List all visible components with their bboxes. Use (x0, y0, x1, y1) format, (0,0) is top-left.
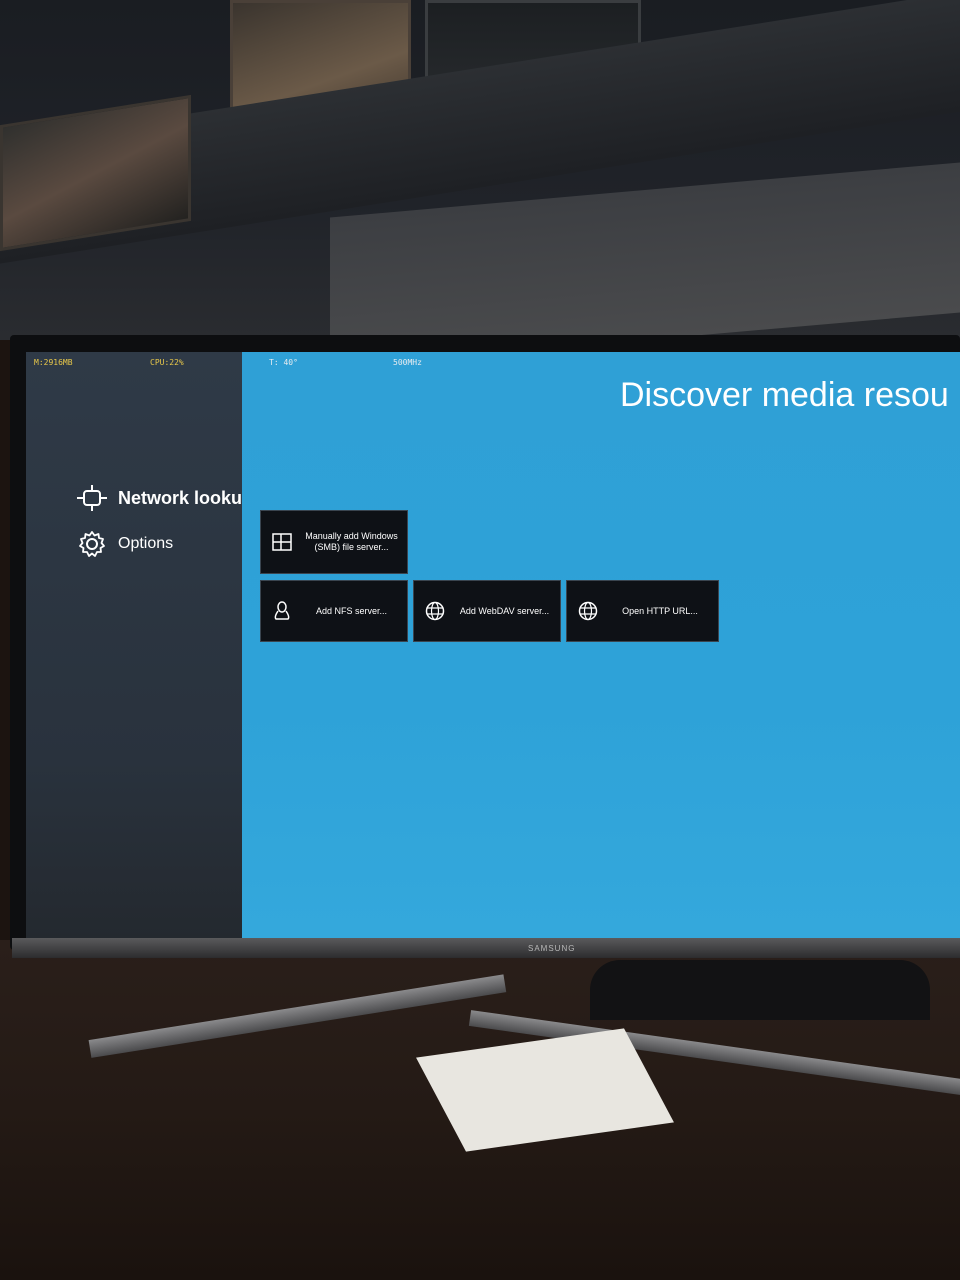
open-http-url-button[interactable]: Open HTTP URL... (566, 580, 719, 642)
tv-brand-logo: SAMSUNG (528, 944, 576, 953)
tile-label: Add NFS server... (315, 605, 388, 616)
sidebar: Network lookup Options (26, 352, 253, 938)
tv-bottom-bar (12, 938, 960, 958)
tv-screen: Network lookup Options M:2916MB CPU:22% … (26, 352, 960, 938)
page-title: Discover media resou (620, 376, 949, 414)
linux-icon (270, 599, 294, 623)
gear-icon (76, 528, 108, 560)
memory-stat: M:2916MB (34, 358, 73, 367)
windows-icon (270, 530, 294, 554)
cpu-stat: CPU:22% (150, 358, 184, 367)
sidebar-item-label: Options (118, 535, 174, 552)
add-smb-server-button[interactable]: Manually add Windows (SMB) file server..… (260, 510, 408, 574)
tile-label: Add WebDAV server... (459, 605, 550, 616)
temperature-stat: T: 40° (269, 358, 298, 367)
frequency-stat: 500MHz (393, 358, 422, 367)
main-panel (242, 352, 960, 938)
add-webdav-server-button[interactable]: Add WebDAV server... (413, 580, 561, 642)
sidebar-item-label: Network lookup (118, 487, 254, 508)
tv-stand-neck (590, 960, 930, 1020)
tile-label: Manually add Windows (SMB) file server..… (305, 531, 398, 552)
globe-icon (576, 599, 600, 623)
globe-icon (423, 599, 447, 623)
network-icon (76, 482, 108, 514)
sidebar-item-network-lookup[interactable]: Network lookup (76, 482, 253, 514)
tile-label: Open HTTP URL... (622, 605, 698, 616)
add-nfs-server-button[interactable]: Add NFS server... (260, 580, 408, 642)
sidebar-item-options[interactable]: Options (76, 528, 173, 560)
